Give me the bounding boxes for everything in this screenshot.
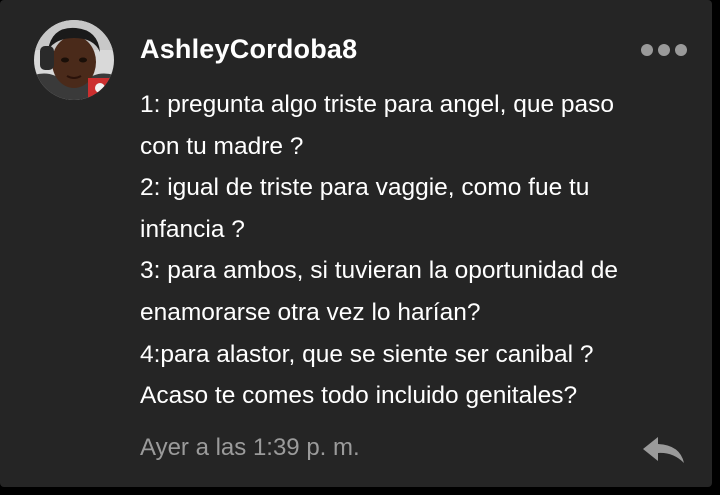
user-avatar[interactable] [34,20,114,100]
comment-line: 4:para alastor, que se siente ser caniba… [140,340,594,368]
dot [658,44,670,56]
comment-line: 3: para ambos, si tuvieran la oportunida… [140,257,619,285]
reply-arrow-graphic [643,437,684,463]
comment-line: 2: igual de triste para vaggie, como fue… [140,174,590,202]
comment-line: Acaso te comes todo incluido genitales? [140,382,578,410]
comment-line: enamorarse otra vez lo harían? [140,298,481,326]
more-dots-icon[interactable] [641,40,689,60]
comment-text: 1: pregunta algo triste para angel, que … [140,84,700,417]
username[interactable]: AshleyCordoba8 [140,34,357,65]
reply-arrow-icon[interactable] [640,433,688,467]
comment-line: 1: pregunta algo triste para angel, que … [140,91,615,118]
comment-card: AshleyCordoba8 1: pregunta algo triste p… [0,0,712,487]
avatar-image [34,20,114,100]
comment-timestamp: Ayer a las 1:39 p. m. [140,434,360,461]
comment-line: con tu madre ? [140,132,304,160]
dot [675,44,687,56]
dot [641,44,653,56]
comment-line: infancia ? [140,215,245,243]
